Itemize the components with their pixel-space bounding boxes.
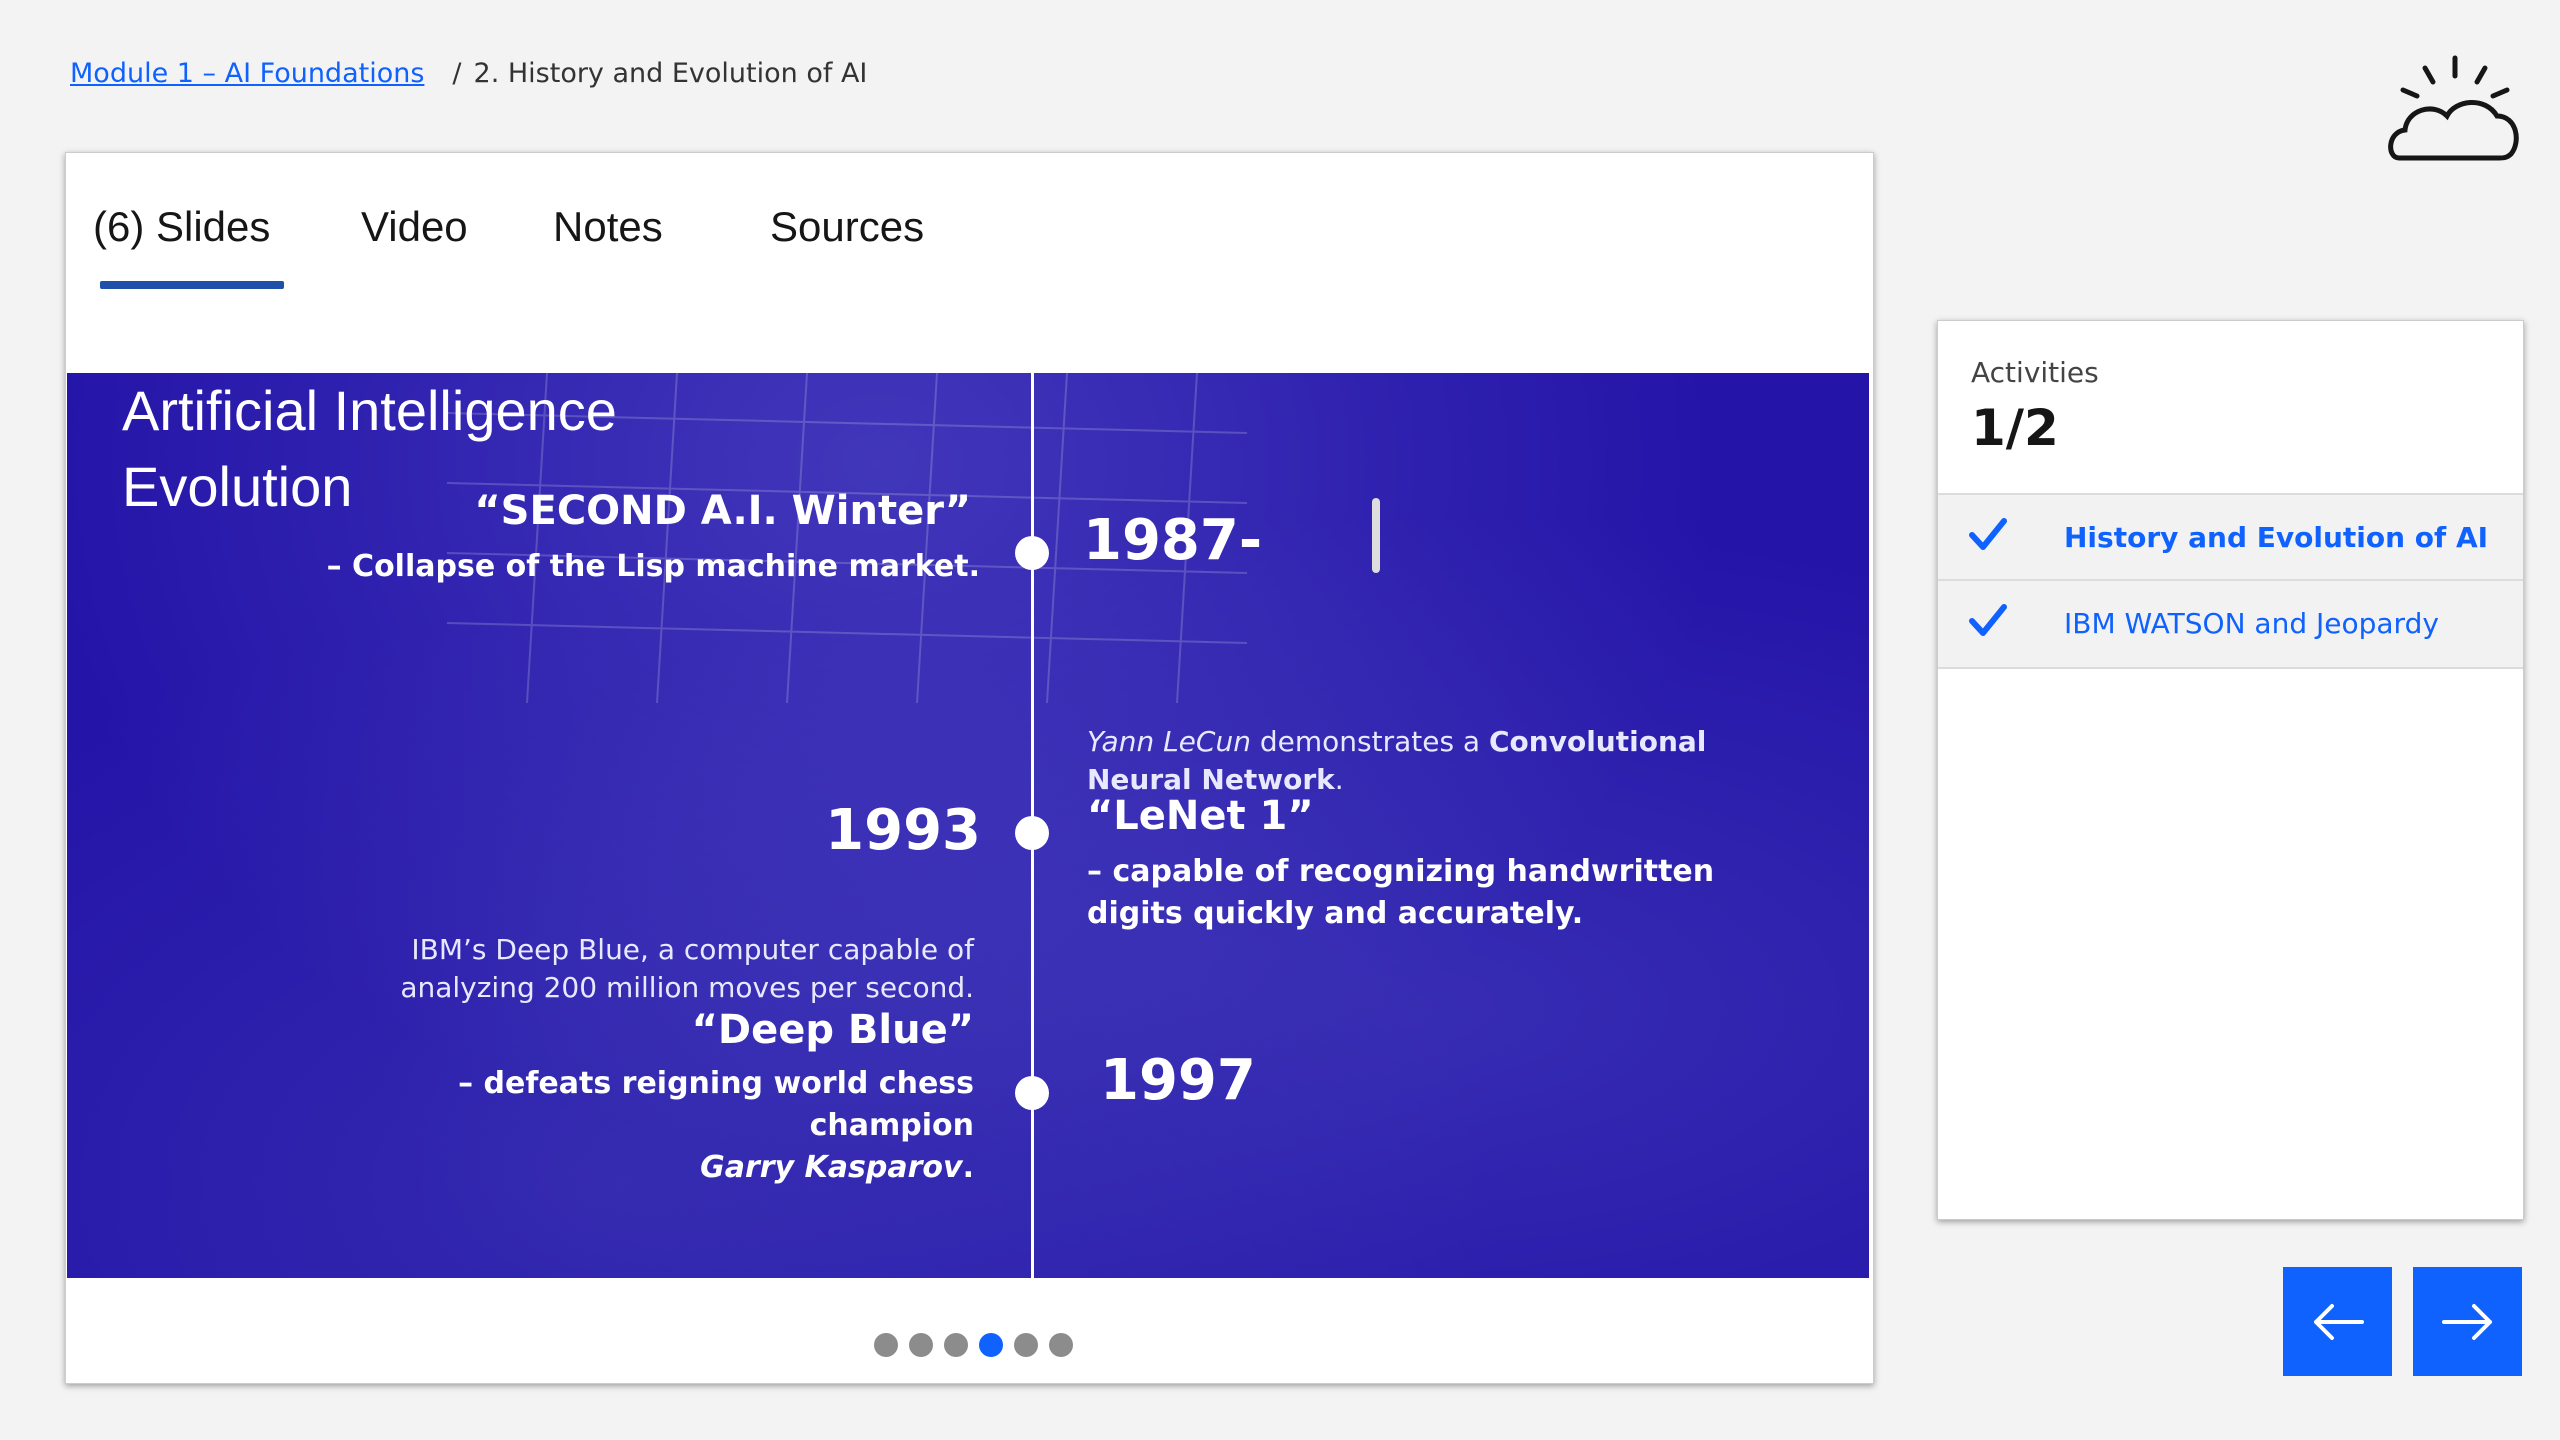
breadcrumb: Module 1 – AI Foundations / 2. History a… (70, 58, 867, 89)
active-tab-indicator (100, 281, 284, 289)
event-1993-desc: Yann LeCun demonstrates a Convolutional … (1087, 723, 1807, 799)
slide-pager (66, 1333, 1873, 1357)
activities-panel: Activities 1/2 History and Evolution of … (1937, 320, 2524, 1220)
event-1993-headline: “LeNet 1” (1087, 793, 1314, 839)
pager-dot-1[interactable] (874, 1333, 898, 1357)
event-1993-desc-mid: demonstrates a (1250, 725, 1489, 758)
pager-dot-5[interactable] (1014, 1333, 1038, 1357)
tab-slides[interactable]: (6) Slides (93, 203, 270, 251)
event-1997-sub: – defeats reigning world chess champion G… (294, 1063, 974, 1189)
event-1993-sub: – capable of recognizing handwritten dig… (1087, 854, 1715, 931)
ibm-cloud-icon (2388, 55, 2519, 161)
event-1997-person: Garry Kasparov (700, 1150, 963, 1185)
arrow-right-icon (2441, 1303, 2492, 1340)
event-1987-year: 1987- (1083, 508, 1263, 573)
event-1997-year: 1997 (1100, 1048, 1256, 1113)
event-1997-sub-line2: Garry Kasparov. (294, 1147, 974, 1189)
event-1997-headline: “Deep Blue” (691, 1007, 974, 1053)
event-1997-sub-line1: – defeats reigning world chess champion (458, 1066, 974, 1143)
tab-video[interactable]: Video (361, 203, 468, 251)
scroll-thumb[interactable] (1372, 498, 1380, 573)
timeline-dot-1987 (1015, 536, 1049, 570)
event-1987-sub: – Collapse of the Lisp machine market. (326, 549, 980, 584)
activity-item-label: IBM WATSON and Jeopardy (2064, 607, 2439, 640)
tab-sources[interactable]: Sources (770, 203, 924, 251)
slide-title-line1: Artificial Intelligence (122, 379, 617, 442)
pager-dot-6[interactable] (1049, 1333, 1073, 1357)
timeline-dot-1997 (1015, 1076, 1049, 1110)
checkmark-icon (1969, 604, 2007, 636)
slide-image: Artificial Intelligence Evolution “SECON… (67, 373, 1869, 1278)
previous-button[interactable] (2283, 1267, 2392, 1376)
tab-bar: (6) Slides Video Notes Sources (66, 153, 1873, 313)
timeline-dot-1993 (1015, 816, 1049, 850)
event-1993-person: Yann LeCun (1087, 725, 1251, 758)
tab-notes[interactable]: Notes (553, 203, 663, 251)
event-1993-desc-end: . (1334, 763, 1344, 796)
event-1997-desc: IBM’s Deep Blue, a computer capable of a… (400, 933, 974, 1004)
activities-count: 1/2 (1971, 399, 2059, 457)
event-1987-headline: “SECOND A.I. Winter” (474, 488, 971, 534)
activities-label: Activities (1971, 356, 2099, 389)
breadcrumb-module-link[interactable]: Module 1 – AI Foundations (70, 58, 424, 89)
event-1997-sub-end: . (962, 1150, 974, 1185)
pager-dot-2[interactable] (909, 1333, 933, 1357)
breadcrumb-separator: / (452, 58, 462, 89)
event-1993-year: 1993 (825, 798, 981, 863)
checkmark-icon (1969, 518, 2007, 550)
activity-item-label: History and Evolution of AI (2064, 521, 2489, 554)
activity-item-watson[interactable]: IBM WATSON and Jeopardy (1938, 579, 2523, 669)
arrow-left-icon (2313, 1303, 2364, 1340)
breadcrumb-current: 2. History and Evolution of AI (473, 58, 868, 89)
next-button[interactable] (2413, 1267, 2522, 1376)
activity-item-history[interactable]: History and Evolution of AI (1938, 493, 2523, 581)
pager-dot-3[interactable] (944, 1333, 968, 1357)
content-card: (6) Slides Video Notes Sources Artificia… (65, 152, 1874, 1384)
pager-dot-4[interactable] (979, 1333, 1003, 1357)
